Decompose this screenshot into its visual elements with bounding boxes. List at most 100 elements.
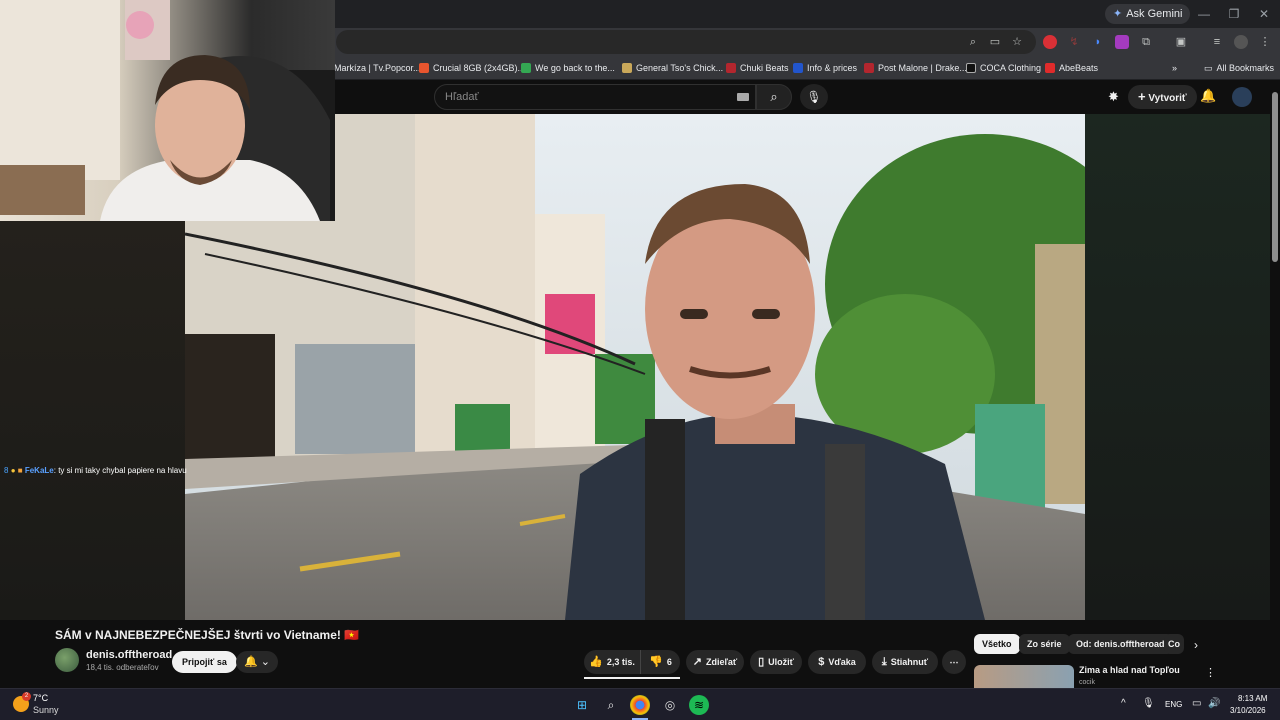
favicon-icon — [726, 63, 736, 73]
bookmarks-overflow-icon[interactable]: » — [1172, 60, 1177, 76]
chevron-up-icon[interactable]: ^ — [1121, 698, 1126, 709]
ambient-left-panel — [0, 221, 185, 621]
chevron-down-icon: ⌄ — [260, 656, 270, 668]
install-app-icon[interactable]: ▭ — [988, 35, 1002, 49]
microphone-icon[interactable]: 🎙 — [1142, 698, 1155, 709]
like-indicator — [584, 677, 680, 679]
favicon-icon — [1045, 63, 1055, 73]
bookmark-item[interactable]: AbeBeats — [1045, 60, 1098, 76]
recommended-channel[interactable]: cocik — [1079, 679, 1095, 686]
bookmark-icon: ▯ — [758, 656, 765, 668]
ask-gemini-label: Ask Gemini — [1126, 8, 1183, 20]
like-button[interactable]: 👍 2,3 tis. — [584, 650, 640, 674]
plus-icon: + — [1138, 89, 1146, 104]
extensions-puzzle-icon[interactable]: ⧉ — [1139, 35, 1153, 49]
chat-text: : ty si mi taky chybal papiere na hlavu — [53, 466, 187, 475]
bookmark-item[interactable]: COCA Clothing — [966, 60, 1041, 76]
channel-name[interactable]: denis.offtheroad — [86, 649, 172, 661]
video-title: SÁM v NAJNEBEZPEČNEJŠEJ štvrti vo Vietna… — [55, 628, 360, 642]
dollar-icon: $ — [818, 656, 825, 668]
microphone-icon: 🎙 — [806, 90, 822, 104]
search-icon[interactable]: ⌕ — [601, 695, 621, 715]
chat-badge-icon: 8 — [4, 466, 9, 475]
extension-icon[interactable] — [1043, 35, 1057, 49]
recommended-title[interactable]: Zima a hlad nad Topľou — [1079, 665, 1180, 675]
bell-icon[interactable]: 🔔 — [1200, 88, 1216, 104]
weather-temperature[interactable]: 7°C — [33, 693, 48, 703]
create-button[interactable]: + Vytvoriť — [1128, 85, 1197, 109]
address-bar[interactable] — [336, 30, 1036, 54]
extension-icon[interactable]: ◗ — [1091, 35, 1105, 49]
streamer-webcam — [0, 0, 335, 221]
dislike-button[interactable]: 👎 6 — [640, 650, 680, 674]
zoom-icon[interactable]: ⌕ — [966, 35, 980, 49]
share-button[interactable]: ↗ Zdieľať — [686, 650, 744, 674]
favicon-icon — [521, 63, 531, 73]
reading-list-icon[interactable]: ≡ — [1210, 35, 1224, 49]
weather-description[interactable]: Sunny — [33, 705, 59, 715]
spotify-icon[interactable]: ≋ — [689, 695, 709, 715]
chip-partial[interactable]: Co — [1164, 634, 1184, 654]
subscription-bell-button[interactable]: 🔔 ⌄ — [236, 651, 278, 673]
close-window-icon[interactable]: ✕ — [1256, 6, 1272, 22]
search-button[interactable]: ⌕ — [756, 84, 792, 110]
bookmark-item[interactable]: Crucial 8GB (2x4GB)... — [419, 60, 525, 76]
side-panel-icon[interactable]: ▣ — [1174, 35, 1188, 49]
favicon-icon — [622, 63, 632, 73]
chip-from-series[interactable]: Zo série — [1019, 634, 1070, 654]
minimize-icon[interactable]: — — [1196, 6, 1212, 22]
extension-icon[interactable] — [1115, 35, 1129, 49]
user-avatar[interactable] — [1232, 87, 1252, 107]
thumbs-up-icon: 👍 — [589, 656, 603, 668]
download-button[interactable]: ⤓ Stiahnuť — [872, 650, 938, 674]
bookmark-item[interactable]: Info & prices — [793, 60, 857, 76]
webcam-image — [0, 0, 335, 221]
bookmark-star-icon[interactable]: ☆ — [1010, 35, 1024, 49]
page-scrollbar[interactable] — [1272, 92, 1278, 262]
bookmark-item[interactable]: Chuki Beats — [726, 60, 789, 76]
thanks-button[interactable]: $ Vďaka — [808, 650, 866, 674]
bookmark-item[interactable]: General Tso's Chick... — [622, 60, 723, 76]
more-options-icon[interactable]: ⋮ — [1205, 666, 1216, 679]
profile-avatar[interactable] — [1234, 35, 1248, 49]
bookmark-item[interactable]: Post Malone | Drake... — [864, 60, 967, 76]
video-info-bar: SÁM v NAJNEBEZPEČNEJŠEJ štvrti vo Vietna… — [0, 620, 1280, 688]
menu-kebab-icon[interactable]: ⋮ — [1258, 35, 1272, 49]
save-button[interactable]: ▯ Uložiť — [750, 650, 802, 674]
more-actions-icon[interactable]: ⋯ — [942, 650, 966, 674]
chrome-icon[interactable] — [630, 695, 650, 715]
share-icon: ↗ — [692, 656, 702, 668]
bookmark-item[interactable]: We go back to the... — [521, 60, 615, 76]
search-icon: ⌕ — [770, 89, 778, 104]
thumbs-down-icon: 👎 — [649, 656, 663, 668]
language-indicator[interactable]: ENG — [1165, 700, 1182, 709]
stream-chat-message: 8 ● ■ FeKaLe: ty si mi taky chybal papie… — [4, 466, 187, 475]
ask-gemini-button[interactable]: ✦ Ask Gemini — [1105, 4, 1191, 24]
all-bookmarks-button[interactable]: ▭ All Bookmarks — [1204, 60, 1274, 76]
bookmark-item[interactable]: Markíza | Tv.Popcor... — [334, 60, 421, 76]
windows-start-icon[interactable]: ⊞ — [572, 695, 592, 715]
keyboard-icon[interactable] — [737, 93, 749, 101]
ambient-right-panel — [1085, 114, 1270, 620]
chip-all[interactable]: Všetko — [974, 634, 1020, 654]
weather-badge: 2 — [22, 692, 31, 701]
voice-search-button[interactable]: 🎙 — [800, 84, 828, 110]
search-input[interactable]: Hľadať — [434, 84, 756, 110]
folder-icon: ▭ — [1204, 63, 1213, 73]
clock-date[interactable]: 3/10/2026 — [1230, 706, 1266, 715]
chat-badge-icon: ■ — [17, 466, 23, 475]
favicon-icon — [864, 63, 874, 73]
chip-from-channel[interactable]: Od: denis.offtheroad — [1068, 634, 1173, 654]
network-icon[interactable]: ▭ — [1192, 698, 1201, 709]
chevron-right-icon[interactable]: › — [1194, 638, 1198, 652]
clock-time[interactable]: 8:13 AM — [1238, 694, 1267, 703]
favicon-icon — [793, 63, 803, 73]
recommended-thumbnail[interactable] — [974, 665, 1074, 688]
notifications-extension-icon[interactable]: ✸ — [1108, 89, 1119, 105]
restore-icon[interactable]: ❐ — [1226, 6, 1242, 22]
channel-avatar[interactable] — [55, 648, 79, 672]
obs-icon[interactable]: ◎ — [660, 695, 680, 715]
extension-icon[interactable]: ↯ — [1067, 35, 1081, 49]
join-button[interactable]: Pripojiť sa — [172, 651, 237, 673]
volume-icon[interactable]: 🔊 — [1208, 698, 1220, 709]
